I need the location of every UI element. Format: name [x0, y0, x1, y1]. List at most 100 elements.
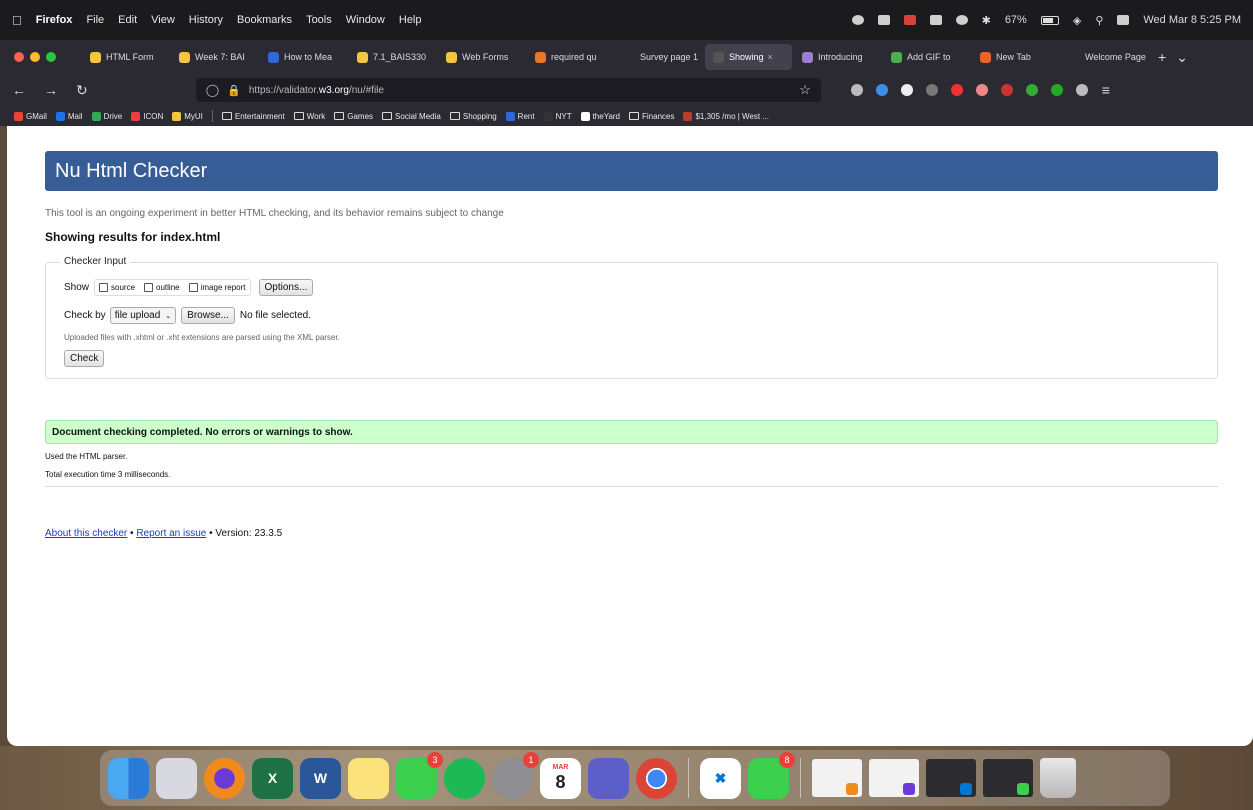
battery-percent[interactable]: 67% [1005, 14, 1027, 26]
outline-checkbox[interactable] [144, 283, 154, 292]
extension-green-icon[interactable] [1025, 84, 1038, 96]
minimize-window-button[interactable] [30, 52, 40, 62]
minimized-window-facetime[interactable] [983, 759, 1033, 797]
browser-tab[interactable]: New Tab [972, 44, 1059, 70]
menu-tools[interactable]: Tools [306, 14, 332, 26]
bookmark-item[interactable]: Social Media [382, 112, 441, 121]
bookmark-item[interactable]: Shopping [449, 112, 497, 121]
spotify-icon[interactable] [444, 757, 485, 799]
extension-target-icon[interactable] [1000, 84, 1013, 96]
messages-icon[interactable]: 3 [396, 751, 443, 799]
calendar-icon[interactable]: MAR 8 [540, 757, 581, 799]
system-settings-icon[interactable]: 1 [492, 751, 539, 799]
browser-tab[interactable]: How to Mea [260, 44, 347, 70]
check-by-select[interactable]: file upload ⌄ [109, 307, 177, 324]
close-window-button[interactable] [14, 52, 24, 62]
bookmark-item[interactable]: Mail [55, 111, 83, 121]
finder-icon[interactable] [108, 757, 149, 799]
download-icon[interactable] [875, 84, 888, 96]
bookmark-item[interactable]: NYT [543, 111, 572, 121]
bookmark-item[interactable]: MyUI [172, 111, 203, 121]
notes-icon[interactable] [348, 757, 389, 799]
bookmark-item[interactable]: Games [334, 112, 373, 121]
spotlight-icon[interactable]: ⚲ [1095, 14, 1103, 27]
upload-icon[interactable] [929, 15, 942, 25]
bookmark-item[interactable]: Work [293, 112, 325, 121]
source-checkbox[interactable] [99, 283, 109, 292]
browser-tab[interactable]: Week 7: BAI [171, 44, 258, 70]
minimized-window-chrome[interactable] [812, 759, 862, 797]
check-button[interactable]: Check [64, 350, 105, 367]
bookmark-item[interactable]: Entertainment [221, 112, 285, 121]
bookmark-item[interactable]: theYard [580, 111, 620, 121]
window-icon[interactable] [877, 15, 890, 25]
browse-button[interactable]: Browse... [181, 307, 235, 324]
control-center-icon[interactable] [1117, 15, 1130, 25]
menu-app-firefox[interactable]: Firefox [36, 14, 73, 26]
bookmark-item[interactable]: ICON [131, 111, 163, 121]
image-report-checkbox[interactable] [188, 283, 198, 292]
apple-icon[interactable]:  [12, 13, 22, 28]
airdrop-icon[interactable] [955, 15, 968, 25]
share-icon[interactable] [1075, 84, 1088, 96]
menu-help[interactable]: Help [399, 14, 422, 26]
chrome-icon[interactable] [636, 757, 677, 799]
browser-tab[interactable]: Introducing [794, 44, 881, 70]
menu-bookmarks[interactable]: Bookmarks [237, 14, 292, 26]
menubar-clock[interactable]: Wed Mar 8 5:25 PM [1143, 14, 1241, 26]
app-menu-icon[interactable]: ≡ [1102, 82, 1110, 98]
menu-history[interactable]: History [189, 14, 223, 26]
recording-icon[interactable] [903, 15, 916, 25]
youtube-extension-icon[interactable] [950, 84, 963, 96]
source-checkbox-label[interactable]: source [111, 283, 135, 292]
audio-icon[interactable] [925, 84, 938, 96]
about-checker-link[interactable]: About this checker [45, 528, 127, 539]
browser-tab[interactable]: Welcome Page [1061, 44, 1148, 70]
extension-m-icon[interactable] [900, 84, 913, 96]
menu-view[interactable]: View [151, 14, 175, 26]
bookmark-item[interactable]: $1,305 /mo | West ... [683, 111, 769, 121]
image-report-checkbox-label[interactable]: image report [201, 283, 246, 292]
address-bar[interactable]: ◯ 🔒 https://validator.w3.org/nu/#file ☆ [195, 78, 821, 102]
browser-tab[interactable]: HTML Form [82, 44, 169, 70]
menu-file[interactable]: File [86, 14, 104, 26]
url-text[interactable]: https://validator.w3.org/nu/#file [249, 85, 384, 96]
browser-tab[interactable]: Survey page 1 [616, 44, 703, 70]
bookmark-item[interactable]: Drive [91, 111, 122, 121]
reload-button[interactable]: ↻ [76, 82, 88, 99]
wifi-icon[interactable]: ◈ [1073, 14, 1081, 27]
facetime-icon[interactable]: 8 [748, 751, 795, 799]
options-button[interactable]: Options... [258, 279, 314, 296]
creative-cloud-icon[interactable] [851, 15, 864, 25]
trash-icon[interactable] [1040, 758, 1076, 798]
launchpad-icon[interactable] [156, 757, 197, 799]
bookmark-item[interactable]: Finances [629, 112, 674, 121]
minimized-window-vscode[interactable] [926, 759, 976, 797]
outline-checkbox-label[interactable]: outline [156, 283, 180, 292]
minimized-window-firefox[interactable] [869, 759, 919, 797]
extension-box-icon[interactable] [1050, 84, 1063, 96]
close-tab-icon[interactable]: × [768, 52, 773, 62]
bluetooth-icon[interactable]: ✱ [982, 14, 991, 27]
menu-edit[interactable]: Edit [118, 14, 137, 26]
bookmark-item[interactable]: GMail [14, 111, 47, 121]
browser-tab[interactable]: required qu [527, 44, 614, 70]
battery-icon[interactable] [1040, 15, 1059, 25]
browser-tab[interactable]: Web Forms [438, 44, 525, 70]
shield-icon[interactable]: ◯ [206, 83, 219, 97]
browser-tab[interactable]: Showing × [705, 44, 792, 70]
excel-icon[interactable]: X [252, 757, 293, 799]
vscode-icon[interactable]: ✖ [700, 757, 741, 799]
bookmark-star-icon[interactable]: ☆ [799, 82, 811, 98]
lock-icon[interactable]: 🔒 [227, 84, 241, 97]
browser-tab[interactable]: 7.1_BAIS330 [349, 44, 436, 70]
extension-owl-icon[interactable] [975, 84, 988, 96]
firefox-icon[interactable] [204, 757, 245, 799]
teams-icon[interactable] [588, 757, 629, 799]
new-tab-button[interactable]: + [1158, 49, 1166, 65]
zoom-window-button[interactable] [46, 52, 56, 62]
word-icon[interactable]: W [300, 757, 341, 799]
tab-list-button[interactable]: ⌄ [1176, 49, 1188, 66]
report-issue-link[interactable]: Report an issue [136, 528, 206, 539]
browser-tab[interactable]: Add GIF to [883, 44, 970, 70]
